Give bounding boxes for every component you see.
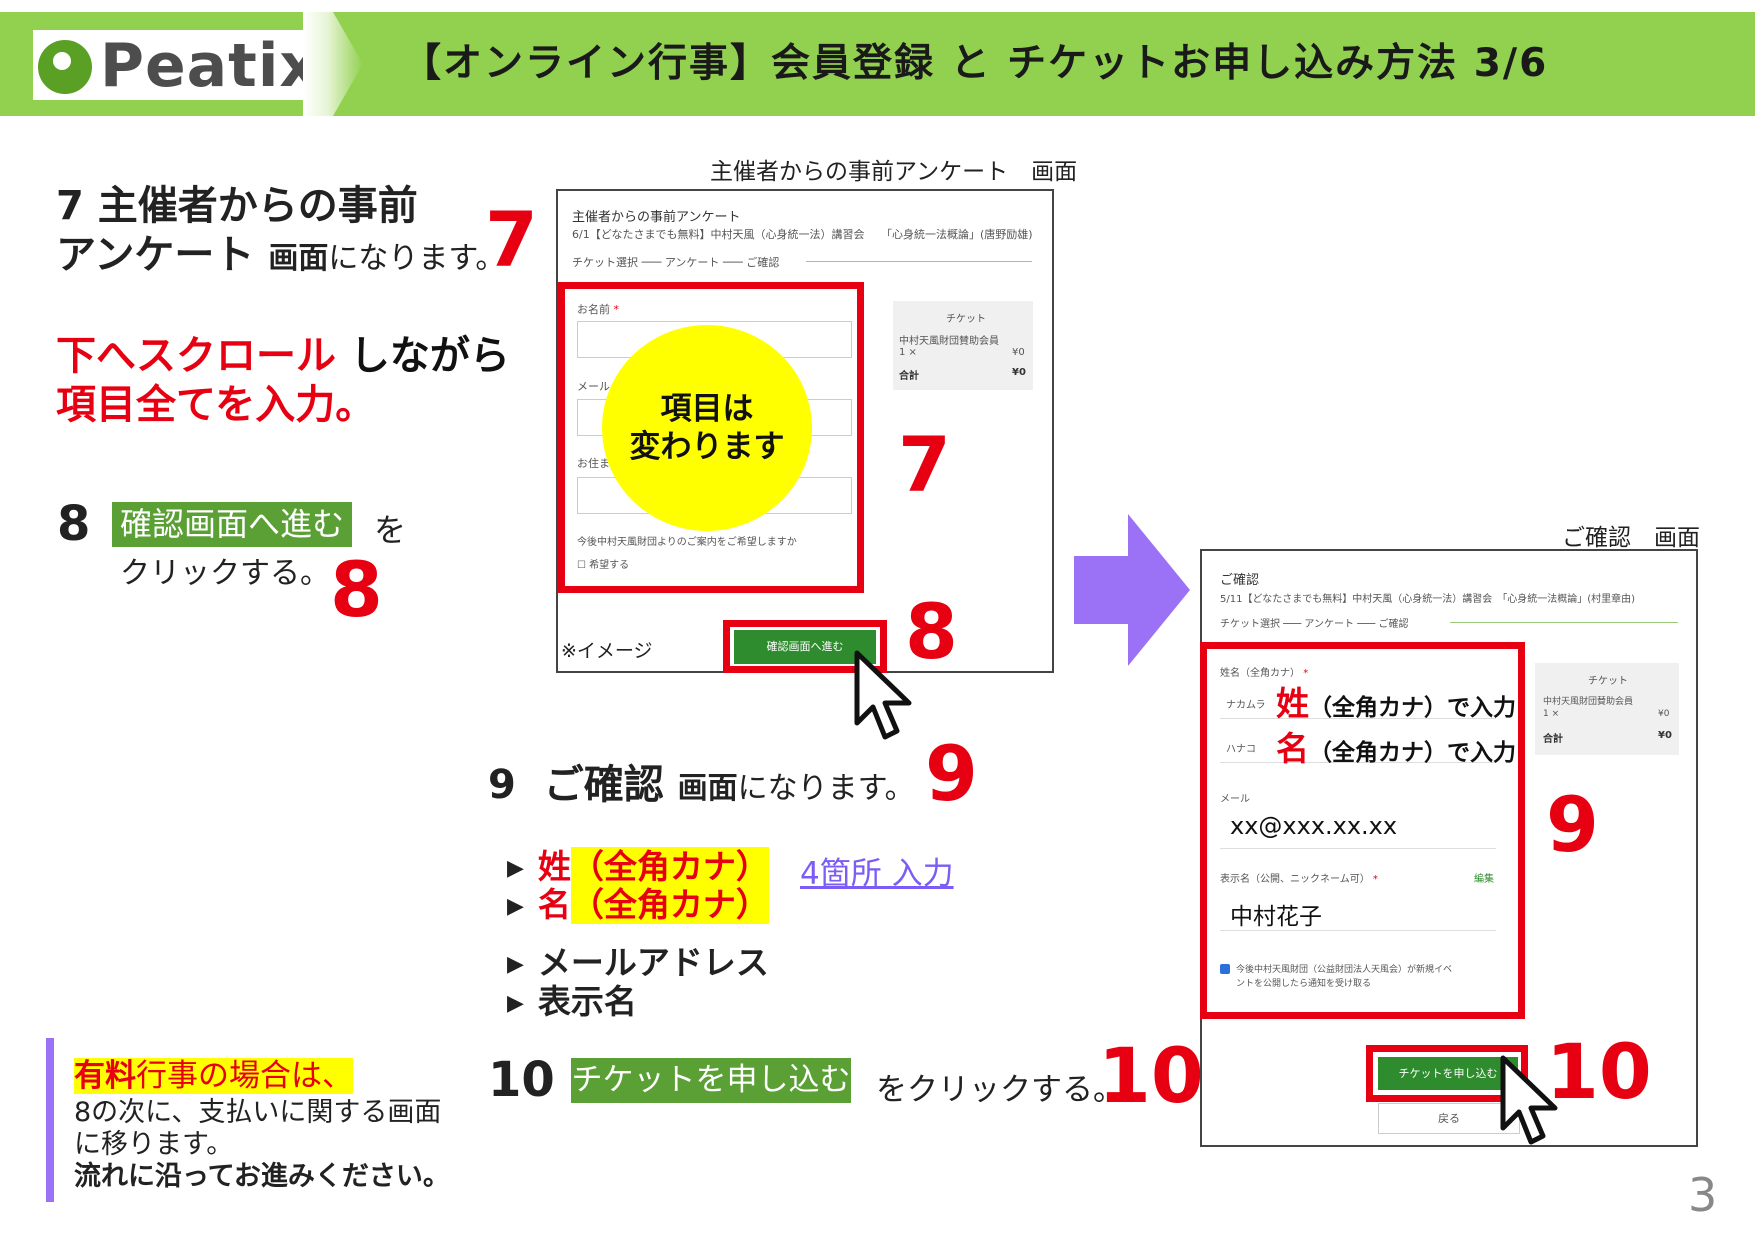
confirm-steps-divider xyxy=(1450,622,1678,623)
all-items-text: 項目全て xyxy=(56,382,216,428)
paid-note-line1: 有料行事の場合は、 xyxy=(74,1058,353,1094)
scroll-instruction-line2: 項目全てを入力。 xyxy=(56,372,375,430)
cursor-icon xyxy=(1500,1055,1558,1145)
total-value-2: ¥0 xyxy=(1658,730,1672,741)
step10-number: 10 xyxy=(488,1052,555,1108)
survey-subheading: 6/1【どなたさまでも無料】中村天風（心身統一法）講習会 「心身統一法概論」(唐… xyxy=(572,228,1033,241)
ticket-price: ¥0 xyxy=(1012,347,1025,358)
step9-title: 9 ご確認 画面になります。 xyxy=(488,752,915,810)
confirm-heading: ご確認 xyxy=(1220,573,1260,588)
step7-suffix: になります。 xyxy=(328,241,506,276)
step8-number: 8 xyxy=(57,496,91,552)
step9-suffix: になります。 xyxy=(737,771,915,806)
total-label: 合計 xyxy=(899,371,919,382)
input-text: を入力。 xyxy=(215,382,376,428)
items-vary-badge: 項目は 変わります xyxy=(602,325,812,531)
page-title: 【オンライン行事】会員登録 と チケットお申し込み方法 3/6 xyxy=(402,41,1549,86)
step9-big-number: 9 xyxy=(925,729,978,818)
step7-big-number: 7 xyxy=(485,195,538,284)
survey-heading: 主催者からの事前アンケート xyxy=(572,210,741,225)
step8-click-text: クリックする。 xyxy=(120,556,330,591)
steps-divider xyxy=(806,261,1032,262)
ticket-item-2: 中村天風財団賛助会員 xyxy=(1543,697,1634,707)
cursor-icon xyxy=(854,650,912,740)
step9-screen-word: 画面 xyxy=(677,771,738,806)
total-label-2: 合計 xyxy=(1543,734,1563,745)
step9-number: 9 xyxy=(488,762,516,808)
screen1-caption: 主催者からの事前アンケート 画面 xyxy=(710,159,1078,185)
bullet-display-name: ▶ 表示名 xyxy=(507,982,637,1021)
note-accent-bar xyxy=(46,1038,54,1202)
ticket-heading-2: チケット xyxy=(1588,676,1628,687)
four-places-link: 4箇所 入力 xyxy=(800,856,954,892)
ticket-price-2: ¥0 xyxy=(1658,709,1670,719)
screen2-big-9: 9 xyxy=(1546,780,1599,869)
screen2-caption: ご確認 画面 xyxy=(1562,525,1700,551)
step8-big-number: 8 xyxy=(330,545,383,634)
ticket-item: 中村天風財団賛助会員 xyxy=(899,336,999,347)
page-number: 3 xyxy=(1688,1168,1718,1222)
step10-click-text: をクリックする。 xyxy=(876,1072,1124,1108)
bullet-mei: ▶ 名（全角カナ） xyxy=(507,885,769,924)
step10-button-label: チケットを申し込む xyxy=(571,1058,851,1103)
step9-heading: ご確認 xyxy=(543,762,664,808)
logo-text: Peatix xyxy=(100,31,320,101)
confirm-steps: チケット選択 ─── アンケート ─── ご確認 xyxy=(1220,619,1409,630)
step7-title-part2: アンケート xyxy=(56,232,255,278)
survey-steps: チケット選択 ─── アンケート ─── ご確認 xyxy=(572,256,780,269)
confirm-subheading: 5/11【どなたさまでも無料】中村天風（心身統一法）講習会 「心身統一法概論」(… xyxy=(1220,594,1636,605)
apply-ticket-button[interactable]: チケットを申し込む xyxy=(1378,1057,1518,1090)
peatix-logo-icon xyxy=(38,40,92,94)
next-arrow-icon xyxy=(1074,514,1190,666)
confirm-fields-highlight xyxy=(1200,642,1525,1019)
ticket-heading: チケット xyxy=(946,314,986,325)
step8-button-label: 確認画面へ進む xyxy=(112,502,352,547)
step10-big-number: 10 xyxy=(1098,1031,1204,1120)
total-value: ¥0 xyxy=(1012,367,1026,378)
image-note: ※イメージ xyxy=(561,640,653,662)
badge-line1: 項目は xyxy=(660,391,754,427)
ticket-qty: 1 × xyxy=(899,347,917,358)
badge-line2: 変わります xyxy=(629,429,785,465)
step7-title-line2: アンケート 画面になります。 xyxy=(56,222,505,280)
screen1-big-7: 7 xyxy=(898,420,951,509)
paid-note-line4: 流れに沿ってお進みください。 xyxy=(74,1161,450,1192)
ticket-qty-2: 1 × xyxy=(1543,709,1560,719)
step7-screen-word: 画面 xyxy=(268,241,329,276)
